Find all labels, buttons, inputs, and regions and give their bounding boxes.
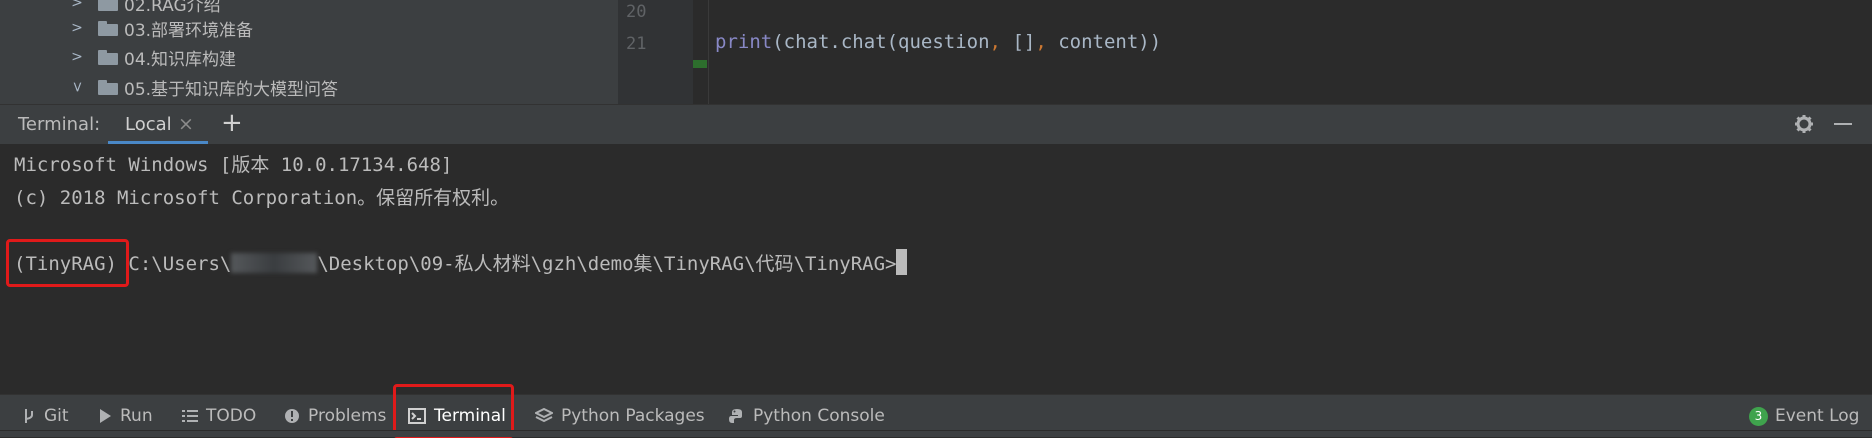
git-branch-icon <box>25 409 33 423</box>
tree-item-label: 04.知识库构建 <box>124 49 237 70</box>
tool-label: Run <box>120 406 153 426</box>
tool-label: Event Log <box>1775 406 1860 426</box>
folder-icon <box>98 0 118 11</box>
tool-label: Python Packages <box>561 406 705 426</box>
code-token: content)) <box>1046 31 1162 53</box>
minimize-icon[interactable] <box>1834 123 1852 125</box>
code-token-comma: , <box>1035 31 1047 53</box>
chevron-right-icon[interactable]: > <box>70 20 84 36</box>
tool-label: Git <box>44 406 69 426</box>
folder-icon <box>98 20 118 36</box>
chevron-down-icon[interactable]: > <box>69 80 85 94</box>
code-token-print: print <box>715 31 773 53</box>
close-tab-icon[interactable]: × <box>178 113 194 135</box>
layers-icon <box>535 408 553 423</box>
change-marker <box>693 60 707 68</box>
tree-item-env[interactable]: > 03.部署环境准备 <box>70 13 253 43</box>
warning-circle-icon <box>285 409 299 423</box>
list-icon <box>182 410 198 422</box>
terminal-prompt[interactable]: (TinyRAG) C:\Users\ \Desktop\09-私人材料\gzh\… <box>14 249 908 276</box>
terminal-cursor <box>896 249 908 275</box>
tool-label: Python Console <box>753 406 885 426</box>
tool-label: Problems <box>308 406 387 426</box>
terminal-header: Terminal: Local × + <box>0 104 1872 145</box>
tree-item-qa[interactable]: > 05.基于知识库的大模型问答 <box>69 72 339 102</box>
tree-item-label: 05.基于知识库的大模型问答 <box>124 79 339 100</box>
prompt-path-prefix: C:\Users\ <box>116 253 232 275</box>
editor-gutter-separator <box>708 0 709 104</box>
editor-scrollbar[interactable] <box>1862 0 1872 104</box>
python-icon <box>729 409 742 423</box>
redacted-username <box>231 253 318 273</box>
tree-item-kb[interactable]: > 04.知识库构建 <box>70 42 236 72</box>
chevron-right-icon[interactable]: > <box>70 49 84 65</box>
tab-local[interactable]: Local <box>125 114 172 135</box>
terminal-line: (c) 2018 Microsoft Corporation。保留所有权利。 <box>14 187 510 209</box>
event-log-badge: 3 <box>1749 406 1768 426</box>
folder-icon <box>98 49 118 65</box>
run-icon <box>100 409 111 423</box>
terminal-title: Terminal: <box>18 114 101 135</box>
add-tab-icon[interactable]: + <box>221 108 243 138</box>
line-gutter: 20 21 <box>618 0 693 104</box>
code-token-comma: , <box>989 31 1001 53</box>
project-tree: > 02.RAG介绍 > 03.部署环境准备 > 04.知识库构建 > 05.基… <box>0 0 618 104</box>
highlight-box-env <box>6 239 129 287</box>
tool-label: TODO <box>206 406 257 426</box>
code-line[interactable]: print(chat.chat(question, [], content)) <box>715 31 1161 53</box>
terminal-line: Microsoft Windows [版本 10.0.17134.648] <box>14 154 453 176</box>
line-number: 20 <box>626 2 647 22</box>
code-token: [] <box>1001 31 1036 53</box>
gear-icon[interactable] <box>1794 114 1814 138</box>
tree-item-label: 03.部署环境准备 <box>124 20 254 41</box>
code-token: (chat.chat(question <box>772 31 990 53</box>
prompt-path-suffix: \Desktop\09-私人材料\gzh\demo集\TinyRAG\代码\Ti… <box>317 253 897 275</box>
chevron-right-icon[interactable]: > <box>70 0 84 11</box>
folder-icon <box>98 79 118 95</box>
